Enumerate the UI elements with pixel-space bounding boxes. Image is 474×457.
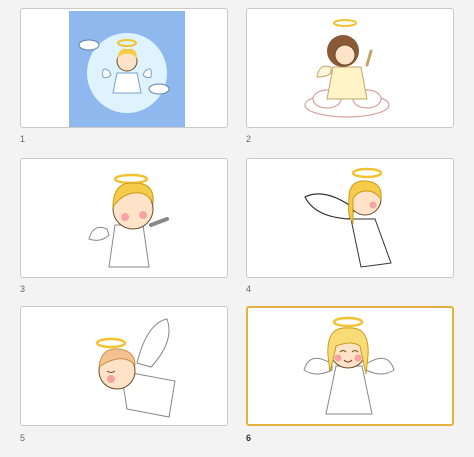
angel-on-cloud-icon	[304, 19, 390, 118]
flying-angel-icon	[304, 167, 392, 268]
smiling-angel-icon	[303, 316, 395, 415]
slide-thumbnail-3[interactable]	[20, 158, 228, 278]
slide-number-5: 5	[20, 433, 26, 443]
slide-thumbnail-1[interactable]	[20, 8, 228, 128]
blonde-angel-icon	[88, 173, 169, 268]
slide-number-2: 2	[246, 134, 252, 144]
sleeping-angel-icon	[95, 318, 176, 418]
slide-thumbnail-grid: 1 2 3 4 5 6	[0, 0, 474, 457]
angel-on-moon-icon	[69, 11, 185, 127]
slide-number-1: 1	[20, 134, 26, 144]
slide-number-6: 6	[246, 433, 252, 443]
slide-number-4: 4	[246, 284, 252, 294]
slide-thumbnail-2[interactable]	[246, 8, 454, 128]
slide-thumbnail-4[interactable]	[246, 158, 454, 278]
slide-number-3: 3	[20, 284, 26, 294]
slide-thumbnail-5[interactable]	[20, 306, 228, 426]
slide-thumbnail-6[interactable]	[246, 306, 454, 426]
